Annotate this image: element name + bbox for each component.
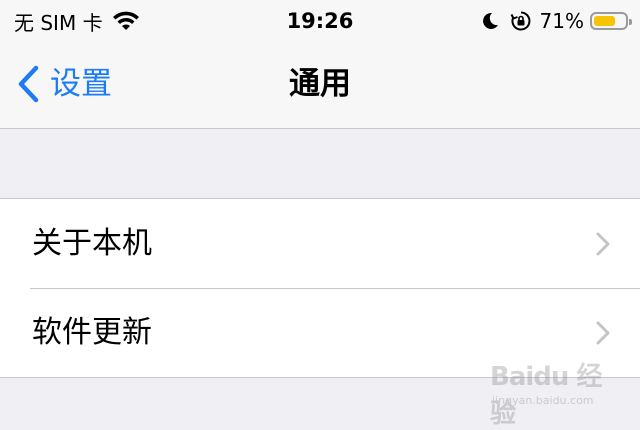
status-bar: 无 SIM 卡 19:26 71% bbox=[0, 0, 640, 42]
battery-fill bbox=[594, 16, 615, 26]
row-label: 关于本机 bbox=[32, 225, 152, 261]
moon-icon bbox=[482, 12, 498, 29]
watermark-url: jingyan.baidu.com bbox=[492, 394, 594, 407]
battery-cap bbox=[629, 19, 632, 25]
navigation-bar: 设置 通用 bbox=[0, 42, 640, 129]
battery-icon bbox=[590, 12, 632, 30]
chevron-right-icon bbox=[596, 321, 610, 344]
page-title: 通用 bbox=[289, 66, 351, 102]
battery-percent: 71% bbox=[539, 9, 584, 33]
row-label: 软件更新 bbox=[32, 314, 152, 350]
watermark: Baidu 经验 jingyan.baidu.com bbox=[490, 356, 620, 429]
settings-row-about[interactable]: 关于本机 bbox=[0, 199, 640, 288]
watermark-logo: Baidu 经验 bbox=[490, 362, 602, 429]
rotation-lock-icon bbox=[510, 11, 530, 31]
settings-group: 关于本机 软件更新 bbox=[0, 198, 640, 378]
chevron-right-icon bbox=[596, 232, 610, 255]
status-right: 71% bbox=[480, 8, 632, 34]
